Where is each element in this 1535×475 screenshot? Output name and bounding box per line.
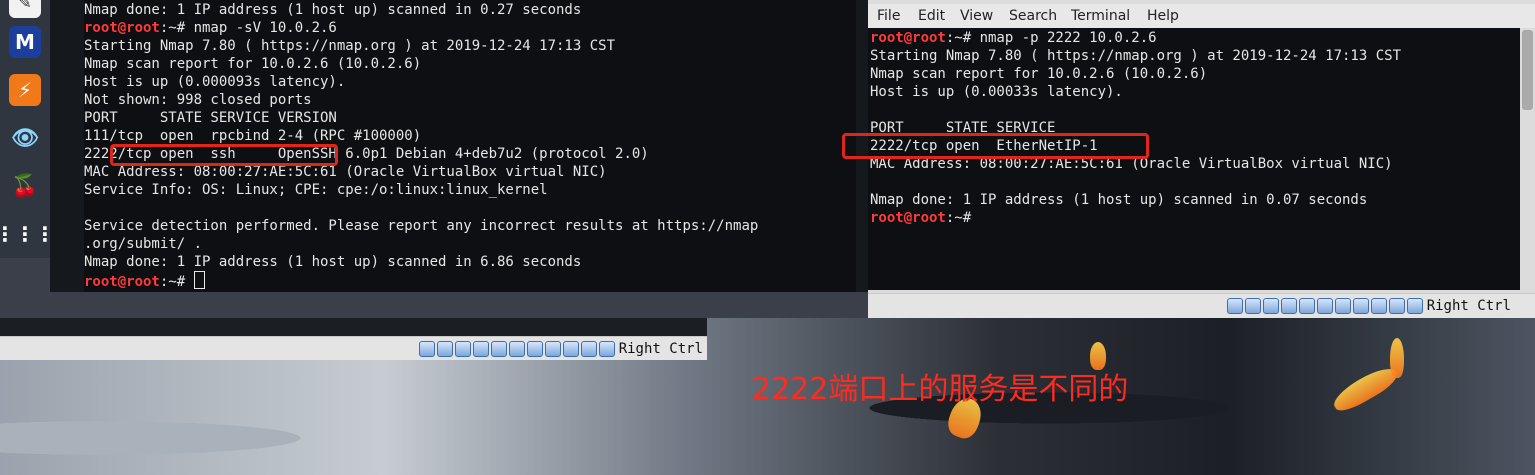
app-dock: ✎ M ⚡ 👁 🍒 ⋮⋮⋮ — [0, 0, 55, 258]
arrow-down-icon[interactable] — [1406, 298, 1423, 314]
terminal-prompt: root@root — [870, 30, 946, 46]
terminal-command: :~# — [159, 274, 194, 290]
terminal-command: :~# nmap -p 2222 10.0.2.6 — [945, 30, 1157, 46]
terminal-line: Nmap done: 1 IP address (1 host up) scan… — [84, 254, 582, 270]
settings-icon[interactable] — [1226, 298, 1243, 314]
terminal-line: 111/tcp open rpcbind 2-4 (RPC #100000) — [84, 128, 422, 144]
right-vm-window: File Edit View Search Terminal Help root@root… — [868, 0, 1535, 318]
flame-decoration — [1390, 338, 1404, 378]
terminal-line: Nmap done: 1 IP address (1 host up) scan… — [84, 2, 582, 18]
terminal-line: Host is up (0.000093s latency). — [84, 74, 346, 90]
menu-edit[interactable]: Edit — [918, 8, 945, 24]
globe-icon[interactable] — [580, 340, 597, 357]
terminal-line: root@root:~# — [870, 209, 980, 227]
host-key-label: Right Ctrl — [618, 340, 703, 357]
terminal-command: :~# — [945, 210, 980, 226]
terminal-line: .org/submit/ . — [84, 236, 203, 252]
network-icon[interactable] — [1262, 298, 1279, 314]
display-icon[interactable] — [1334, 298, 1351, 314]
network-icon[interactable] — [472, 340, 489, 357]
capture-icon[interactable] — [544, 340, 561, 357]
terminal-line: Not shown: 998 closed ports — [84, 92, 312, 108]
terminal-cursor — [193, 271, 205, 289]
right-terminal[interactable]: root@root:~# nmap -p 2222 10.0.2.6 Starti… — [868, 28, 1520, 290]
burp-icon[interactable]: ⚡ — [9, 74, 41, 106]
host-key-label: Right Ctrl — [1426, 298, 1511, 314]
left-vm-statusbar: Right Ctrl — [0, 336, 707, 360]
usb-icon[interactable] — [490, 340, 507, 357]
menu-search[interactable]: Search — [1009, 8, 1057, 24]
terminal-prompt: root@root — [84, 20, 160, 36]
highlight-box-ethernetip — [842, 133, 1149, 159]
terminal-line: root@root:~# — [84, 271, 205, 290]
terminal-line: Nmap done: 1 IP address (1 host up) scan… — [870, 192, 1368, 208]
terminal-line: Nmap scan report for 10.0.2.6 (10.0.2.6) — [84, 56, 422, 72]
terminal-prompt: root@root — [84, 274, 160, 290]
malwarebytes-icon[interactable]: M — [9, 26, 41, 58]
v-icon[interactable] — [562, 340, 579, 357]
terminal-line: root@root:~# nmap -sV 10.0.2.6 — [84, 19, 337, 37]
globe-icon[interactable] — [1388, 298, 1405, 314]
network-icon[interactable] — [454, 340, 471, 357]
menu-terminal[interactable]: Terminal — [1071, 8, 1130, 24]
display-icon[interactable] — [526, 340, 543, 357]
capture-icon[interactable] — [1352, 298, 1369, 314]
shared-folder-icon[interactable] — [1316, 298, 1333, 314]
cd-icon[interactable] — [1244, 298, 1261, 314]
editor-icon[interactable]: ✎ — [9, 0, 41, 18]
terminal-line: Nmap scan report for 10.0.2.6 (10.0.2.6) — [870, 66, 1208, 82]
terminal-line: Starting Nmap 7.80 ( https://nmap.org ) … — [870, 48, 1402, 64]
terminal-line: Host is up (0.00033s latency). — [870, 84, 1123, 100]
terminal-line: root@root:~# nmap -p 2222 10.0.2.6 — [870, 29, 1157, 47]
cherry-icon[interactable]: 🍒 — [9, 170, 41, 202]
menu-file[interactable]: File — [877, 8, 900, 24]
apps-grid-icon[interactable]: ⋮⋮⋮ — [0, 218, 55, 250]
usb-icon[interactable] — [1298, 298, 1315, 314]
cd-icon[interactable] — [436, 340, 453, 357]
terminal-line: Service Info: OS: Linux; CPE: cpe:/o:lin… — [84, 182, 548, 198]
vm-bottom-strip — [0, 318, 707, 336]
terminal-line: Service detection performed. Please repo… — [84, 218, 759, 234]
eye-icon[interactable]: 👁 — [9, 122, 41, 154]
arrow-down-icon[interactable] — [598, 340, 615, 357]
terminal-command: :~# nmap -sV 10.0.2.6 — [159, 20, 337, 36]
annotation-text: 2222端口上的服务是不同的 — [752, 372, 1129, 407]
scrollbar-thumb[interactable] — [1522, 30, 1533, 110]
shared-folder-icon[interactable] — [508, 340, 525, 357]
terminal-prompt: root@root — [870, 210, 946, 226]
menu-help[interactable]: Help — [1147, 8, 1179, 24]
menu-view[interactable]: View — [960, 8, 993, 24]
highlight-box-ssh — [110, 144, 338, 166]
terminal-line: PORT STATE SERVICE VERSION — [84, 110, 337, 126]
settings-icon[interactable] — [418, 340, 435, 357]
v-icon[interactable] — [1370, 298, 1387, 314]
terminal-line: Starting Nmap 7.80 ( https://nmap.org ) … — [84, 38, 616, 54]
menubar: File Edit View Search Terminal Help — [868, 4, 1535, 28]
right-vm-statusbar: Right Ctrl — [868, 293, 1535, 318]
network-icon[interactable] — [1280, 298, 1297, 314]
